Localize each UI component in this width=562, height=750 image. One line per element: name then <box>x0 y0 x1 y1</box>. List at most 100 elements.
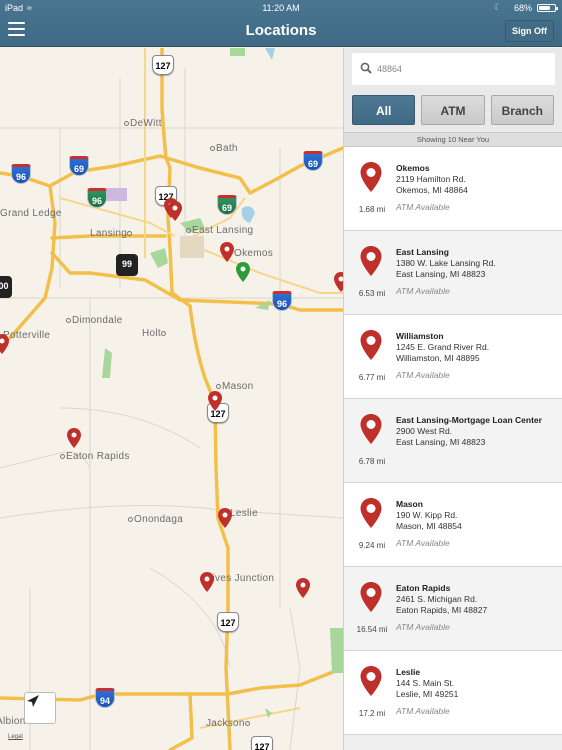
location-address-line2: Eaton Rapids, MI 48827 <box>396 605 488 615</box>
location-address-line2: East Lansing, MI 48823 <box>396 437 486 447</box>
page-title: Locations <box>245 22 317 39</box>
location-pin-icon <box>360 414 382 444</box>
i-96-shield: 96 <box>272 291 292 311</box>
results-count: Showing 10 Near You <box>344 132 562 147</box>
location-list-item[interactable]: Okemos 2119 Hamilton Rd. Okemos, MI 48864 A… <box>344 147 562 231</box>
location-distance: 1.68 mi <box>358 205 386 214</box>
filter-segmented-control: All ATM Branch <box>344 90 562 132</box>
location-pin-icon <box>360 498 382 528</box>
sign-off-button[interactable]: Sign Off <box>505 20 554 42</box>
search-bar-container <box>344 48 562 90</box>
status-time: 11:20 AM <box>262 3 300 13</box>
map-label-east-lansing: East Lansing <box>186 225 253 236</box>
map-label-albion: Albion <box>0 716 26 727</box>
location-pin[interactable] <box>208 391 222 411</box>
atm-availability: ATM Available <box>396 202 450 212</box>
atm-availability: ATM Available <box>396 286 450 296</box>
map-label-potterville: Potterville <box>3 330 51 341</box>
legal-link[interactable]: Legal <box>8 734 23 740</box>
search-field[interactable] <box>352 53 555 85</box>
status-bar: iPad ≈ 11:20 AM ☾ 68% <box>0 0 562 15</box>
atm-availability: ATM Available <box>396 370 450 380</box>
m-100-shield: 100 <box>0 276 12 298</box>
map-label-dimondale: Dimondale <box>66 315 123 326</box>
atm-availability: ATM Available <box>396 538 450 548</box>
i-96-business-shield: 96 <box>87 188 107 208</box>
m-99-shield: 99 <box>116 254 138 276</box>
location-address-line1: 1380 W. Lake Lansing Rd. <box>396 258 496 268</box>
search-input[interactable] <box>377 53 547 85</box>
map-label-bath: Bath <box>210 143 238 154</box>
do-not-disturb-icon: ☾ <box>493 2 502 12</box>
map-roads <box>0 48 343 750</box>
location-pin-icon <box>360 666 382 696</box>
location-arrow-icon <box>27 695 39 707</box>
location-address-line2: East Lansing, MI 48823 <box>396 269 486 279</box>
location-list-item[interactable]: Eaton Rapids 2461 S. Michigan Rd. Eaton Ra… <box>344 567 562 651</box>
location-address-line2: Leslie, MI 49251 <box>396 689 459 699</box>
map-label-rives-junction: Rives Junction <box>205 573 275 584</box>
current-location-pin[interactable] <box>236 262 250 282</box>
map-label-holt: Holt <box>142 328 167 339</box>
location-list-item[interactable]: East Lansing-Mortgage Loan Center 2900 We… <box>344 399 562 483</box>
location-distance: 6.78 mi <box>358 457 386 466</box>
i-69-shield: 69 <box>303 151 323 171</box>
location-address-line1: 2119 Hamilton Rd. <box>396 174 466 184</box>
location-pin-icon <box>360 582 382 612</box>
i-94-shield: 94 <box>95 688 115 708</box>
location-distance: 6.77 mi <box>358 373 386 382</box>
location-pin-icon <box>360 330 382 360</box>
battery-percent: 68% <box>513 3 532 13</box>
location-pin[interactable] <box>0 334 9 354</box>
location-list-item[interactable]: East Lansing 1380 W. Lake Lansing Rd. East… <box>344 231 562 315</box>
location-address-line1: 2461 S. Michigan Rd. <box>396 594 478 604</box>
location-list-item[interactable]: Leslie 144 S. Main St. Leslie, MI 49251 ATM… <box>344 651 562 735</box>
location-distance: 9.24 mi <box>358 541 386 550</box>
i-69-business-shield: 69 <box>217 195 237 215</box>
atm-availability: ATM Available <box>396 706 450 716</box>
location-address-line1: 2900 West Rd. <box>396 426 453 436</box>
location-name: East Lansing <box>396 247 449 257</box>
us-127-shield: 127 <box>152 55 174 75</box>
location-address-line2: Mason, MI 48854 <box>396 521 462 531</box>
top-bar: iPad ≈ 11:20 AM ☾ 68% Locations Sign Off <box>0 0 562 47</box>
map-label-dewitt: DeWitt <box>124 118 162 129</box>
location-address-line1: 190 W. Kipp Rd. <box>396 510 458 520</box>
filter-all-button[interactable]: All <box>352 95 416 125</box>
location-pin-icon <box>360 246 382 276</box>
location-distance: 6.53 mi <box>358 289 386 298</box>
location-pin[interactable] <box>168 201 182 221</box>
location-pin[interactable] <box>334 272 343 292</box>
location-name: East Lansing-Mortgage Loan Center <box>396 415 542 425</box>
location-pin[interactable] <box>218 508 232 528</box>
location-distance: 17.2 mi <box>358 709 386 718</box>
filter-atm-button[interactable]: ATM <box>421 95 485 125</box>
location-address-line2: Okemos, MI 48864 <box>396 185 468 195</box>
location-list-item[interactable]: Williamston 1245 E. Grand River Rd. Willia… <box>344 315 562 399</box>
atm-availability: ATM Available <box>396 622 450 632</box>
i-69-shield: 69 <box>69 156 89 176</box>
map-label-leslie: Leslie <box>230 508 258 519</box>
location-name: Leslie <box>396 667 421 677</box>
location-pin-icon <box>360 162 382 192</box>
battery-icon <box>537 4 558 12</box>
location-distance: 16.54 mi <box>356 625 388 634</box>
map-label-onondaga: Onondaga <box>128 514 183 525</box>
map-label-okemos: Okemos <box>234 248 274 259</box>
map-label-grand-ledge: Grand Ledge <box>0 208 62 219</box>
location-address-line2: Williamston, MI 48895 <box>396 353 480 363</box>
us-127-shield: 127 <box>217 612 239 632</box>
location-name: Williamston <box>396 331 444 341</box>
map-view[interactable]: 127 127 127 127 127 96 96 96 69 69 69 99… <box>0 48 343 750</box>
location-list-item[interactable]: Mason 190 W. Kipp Rd. Mason, MI 48854 ATM A… <box>344 483 562 567</box>
location-pin[interactable] <box>67 428 81 448</box>
location-pin[interactable] <box>296 578 310 598</box>
search-icon <box>360 62 372 74</box>
map-label-jackson: Jackson <box>206 718 251 729</box>
filter-branch-button[interactable]: Branch <box>490 95 554 125</box>
i-96-shield: 96 <box>11 164 31 184</box>
locations-panel: All ATM Branch Showing 10 Near You Okemo… <box>343 48 562 750</box>
location-pin[interactable] <box>220 242 234 262</box>
location-pin[interactable] <box>200 572 214 592</box>
locate-me-button[interactable] <box>24 692 56 724</box>
